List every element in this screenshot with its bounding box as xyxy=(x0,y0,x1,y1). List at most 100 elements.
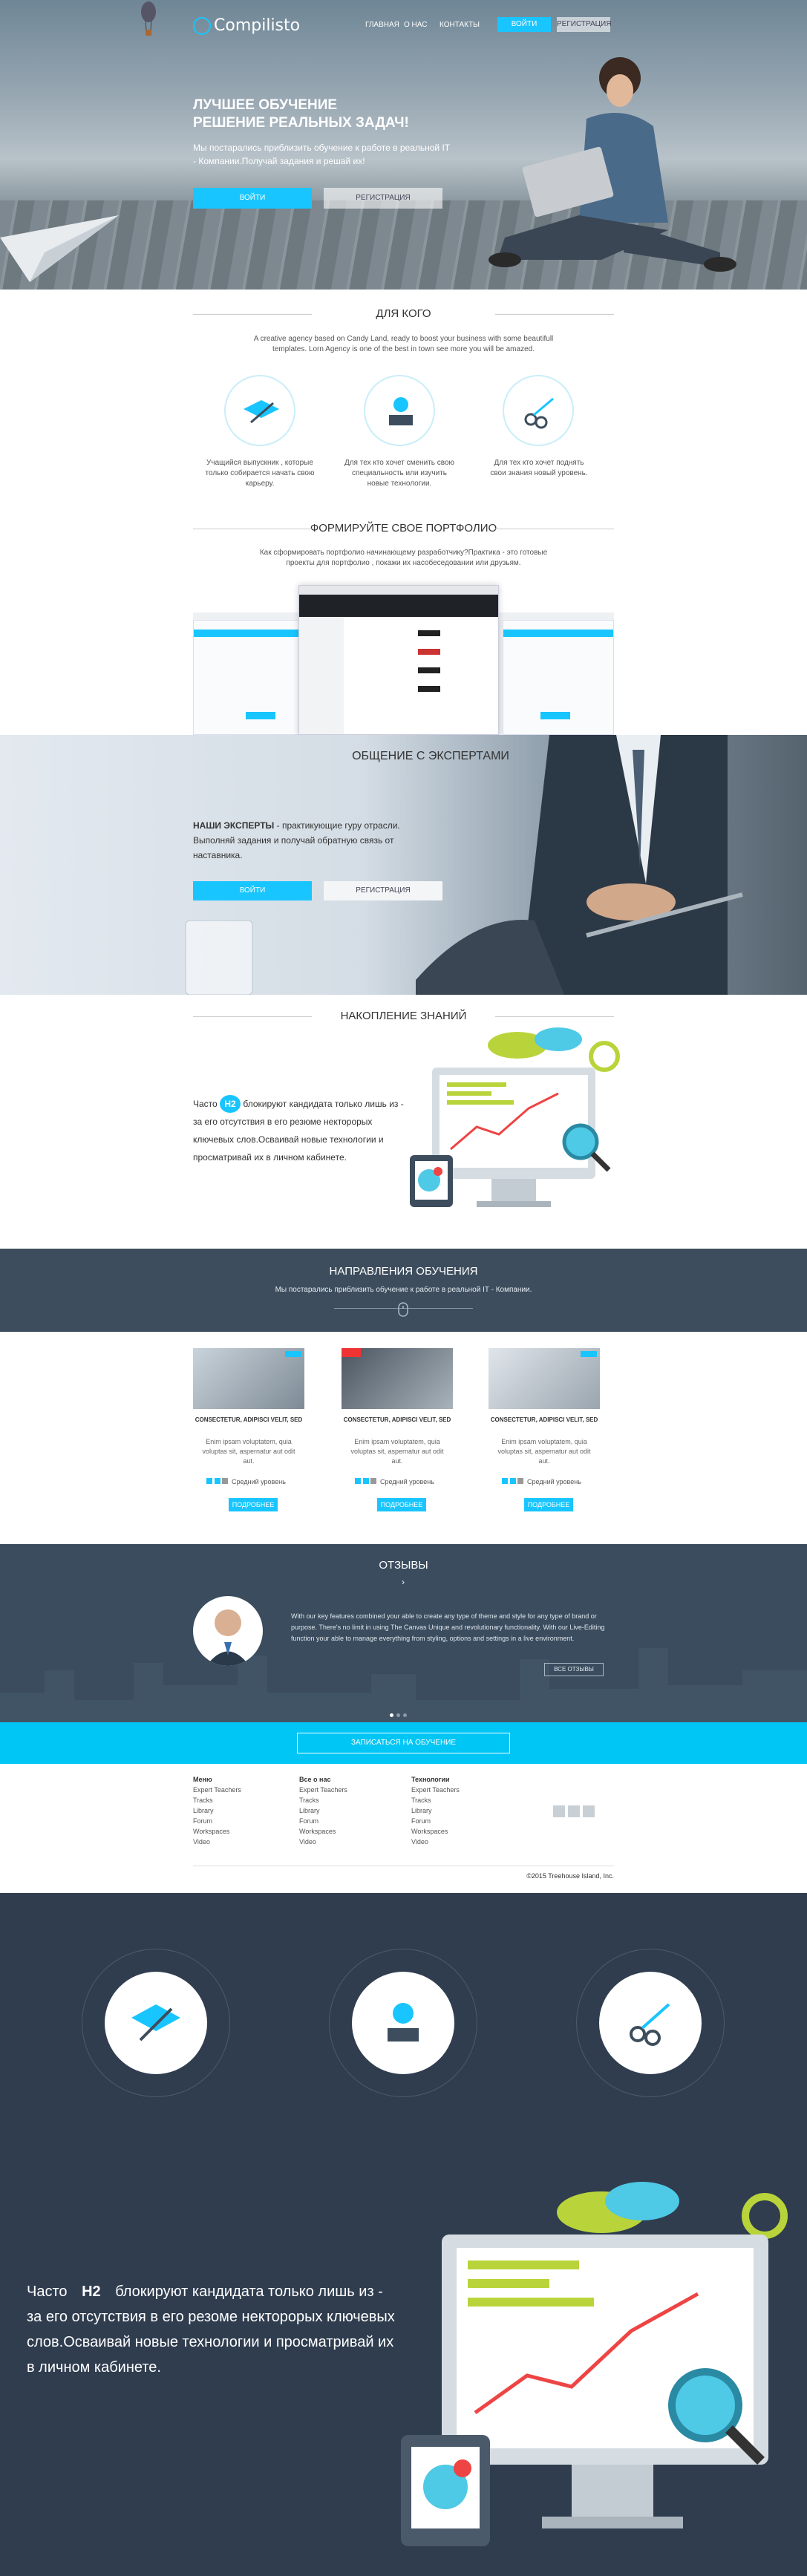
scissors-tools-icon xyxy=(630,2003,670,2046)
hero-text: Мы постарались приблизить обучение к раб… xyxy=(193,143,450,166)
pager-dot[interactable] xyxy=(390,1713,393,1717)
pager-dot[interactable] xyxy=(403,1713,407,1717)
ring xyxy=(329,1949,477,2097)
twitter-icon[interactable] xyxy=(583,1805,595,1817)
experts-section: ОБЩЕНИЕ С ЭКСПЕРТАМИ НАШИ ЭКСПЕРТЫ - пра… xyxy=(0,735,807,995)
glass-image xyxy=(185,920,253,995)
footer-link[interactable]: Video xyxy=(411,1837,460,1847)
card-tag-icon xyxy=(581,1351,597,1357)
course-card[interactable]: CONSECTETUR, ADIPISCI VELIT, SED Enim ip… xyxy=(193,1348,312,1526)
header-register-button[interactable]: РЕГИСТРАЦИЯ xyxy=(557,17,611,32)
footer-link[interactable]: Expert Teachers xyxy=(193,1785,241,1795)
footer-link[interactable]: Library xyxy=(411,1805,460,1816)
course-card-button[interactable]: ПОДРОБНЕЕ xyxy=(524,1498,573,1511)
footer-col-title: Меню xyxy=(193,1776,212,1783)
reviews-title: ОТЗЫВЫ xyxy=(379,1559,428,1572)
hero-register-button[interactable]: РЕГИСТРАЦИЯ xyxy=(324,188,442,209)
bottom-showcase: Часто H2 блокируют кандидата только лишь… xyxy=(0,1893,807,2576)
course-card-button[interactable]: ПОДРОБНЕЕ xyxy=(377,1498,426,1511)
bottom-text: Часто H2 блокируют кандидата только лишь… xyxy=(27,2279,402,2380)
pager-dot[interactable] xyxy=(396,1713,400,1717)
logo[interactable]: Compilisto xyxy=(193,16,300,35)
knowledge-title: НАКОПЛЕНИЕ ЗНАНИЙ xyxy=(193,1010,614,1022)
footer-link[interactable]: Expert Teachers xyxy=(411,1785,460,1795)
bottom-pre: Часто xyxy=(27,2284,72,2300)
hero-login-button[interactable]: ВОЙТИ xyxy=(193,188,312,209)
nav-about[interactable]: О НАС xyxy=(404,21,427,29)
footer-link[interactable]: Tracks xyxy=(411,1795,460,1805)
nav-contacts[interactable]: КОНТАКТЫ xyxy=(440,21,480,29)
reviews-arrow-icon[interactable]: › xyxy=(396,1577,411,1587)
course-card[interactable]: CONSECTETUR, ADIPISCI VELIT, SED Enim ip… xyxy=(489,1348,607,1526)
footer-link[interactable]: Forum xyxy=(299,1816,347,1826)
footer-link[interactable]: Forum xyxy=(193,1816,241,1826)
mouse-scroll-icon[interactable] xyxy=(396,1302,411,1318)
header-login-button[interactable]: ВОЙТИ xyxy=(497,17,551,32)
course-card-image xyxy=(193,1348,304,1409)
facebook-icon[interactable] xyxy=(553,1805,565,1817)
reviews-pager xyxy=(388,1707,408,1721)
footer-link[interactable]: Library xyxy=(193,1805,241,1816)
hero-title-line2: РЕШЕНИЕ РЕАЛЬНЫХ ЗАДАЧ! xyxy=(193,115,409,131)
footer-col-about: Все о нас Expert Teachers Tracks Library… xyxy=(299,1774,347,1847)
footer-col-menu: Меню Expert Teachers Tracks Library Foru… xyxy=(193,1774,241,1847)
directions-subtitle: Мы постарались приблизить обучение к раб… xyxy=(275,1286,532,1294)
linkedin-icon[interactable] xyxy=(568,1805,580,1817)
computer-globe-icon xyxy=(388,2003,419,2041)
ring xyxy=(576,1949,725,2097)
who-icon-computer xyxy=(364,375,435,446)
footer-col-title: Все о нас xyxy=(299,1776,331,1783)
nav-home[interactable]: ГЛАВНАЯ xyxy=(365,21,399,29)
footer-link[interactable]: Library xyxy=(299,1805,347,1816)
portfolio-screens xyxy=(193,585,614,735)
graduation-cap-icon xyxy=(131,2004,180,2041)
course-card[interactable]: CONSECTETUR, ADIPISCI VELIT, SED Enim ip… xyxy=(342,1348,460,1526)
course-card-level: Средний уровень xyxy=(355,1478,434,1485)
footer-link[interactable]: Workspaces xyxy=(193,1826,241,1837)
directions-section: НАПРАВЛЕНИЯ ОБУЧЕНИЯ Мы постарались приб… xyxy=(0,1249,807,1332)
experts-login-button[interactable]: ВОЙТИ xyxy=(193,881,312,900)
experts-bold: НАШИ ЭКСПЕРТЫ xyxy=(193,820,275,831)
reviewer-avatar xyxy=(193,1596,263,1666)
footer-link[interactable]: Forum xyxy=(411,1816,460,1826)
all-reviews-button[interactable]: ВСЕ ОТЗЫВЫ xyxy=(544,1663,604,1676)
screen-right xyxy=(503,620,614,735)
experts-register-button[interactable]: РЕГИСТРАЦИЯ xyxy=(324,881,442,900)
who-item-1: Учащийся выпускник , которые только соби… xyxy=(205,459,315,488)
course-cards: CONSECTETUR, ADIPISCI VELIT, SED Enim ip… xyxy=(178,1332,629,1544)
experts-businessman-image xyxy=(416,735,743,995)
signup-button[interactable]: ЗАПИСАТЬСЯ НА ОБУЧЕНИЕ xyxy=(297,1733,510,1753)
course-card-level: Средний уровень xyxy=(206,1478,286,1485)
directions-title: НАПРАВЛЕНИЯ ОБУЧЕНИЯ xyxy=(329,1265,478,1278)
knowledge-text: Часто H2 блокируют кандидата только лишь… xyxy=(193,1095,405,1166)
course-card-text: Enim ipsam voluptatem, quia voluptas sit… xyxy=(202,1438,295,1465)
analytics-monitor-illustration-large xyxy=(401,2182,788,2546)
balloon-icon xyxy=(141,1,156,36)
card-tag-icon xyxy=(285,1351,301,1357)
course-card-title: CONSECTETUR, ADIPISCI VELIT, SED xyxy=(343,1416,451,1423)
knowledge-pre: Часто xyxy=(193,1099,220,1109)
reviewer-photo xyxy=(206,1609,249,1666)
hero-section: Compilisto ГЛАВНАЯ О НАС КОНТАКТЫ ВОЙТИ … xyxy=(0,0,807,290)
analytics-monitor-illustration xyxy=(410,1027,620,1207)
footer-link[interactable]: Video xyxy=(193,1837,241,1847)
course-card-image xyxy=(342,1348,453,1409)
h2-badge: H2 xyxy=(220,1095,241,1113)
who-intro: A creative agency based on Candy Land, r… xyxy=(253,335,554,353)
footer-link[interactable]: Video xyxy=(299,1837,347,1847)
footer-link[interactable]: Tracks xyxy=(193,1795,241,1805)
experts-title: ОБЩЕНИЕ С ЭКСПЕРТАМИ xyxy=(352,750,509,762)
graduation-cap-icon xyxy=(244,400,279,424)
top-nav: Compilisto ГЛАВНАЯ О НАС КОНТАКТЫ ВОЙТИ … xyxy=(193,15,614,37)
footer-link[interactable]: Tracks xyxy=(299,1795,347,1805)
portfolio-text: Как сформировать портфолио начинающему р… xyxy=(259,549,548,567)
h2-badge-large: H2 xyxy=(82,2284,101,2300)
course-card-level-text: Средний уровень xyxy=(527,1478,581,1485)
footer-link[interactable]: Workspaces xyxy=(411,1826,460,1837)
course-card-button[interactable]: ПОДРОБНЕЕ xyxy=(229,1498,278,1511)
card-sale-badge xyxy=(342,1348,361,1357)
footer-link[interactable]: Workspaces xyxy=(299,1826,347,1837)
screen-center xyxy=(298,585,499,735)
signup-band: ЗАПИСАТЬСЯ НА ОБУЧЕНИЕ xyxy=(0,1722,807,1764)
footer-link[interactable]: Expert Teachers xyxy=(299,1785,347,1795)
